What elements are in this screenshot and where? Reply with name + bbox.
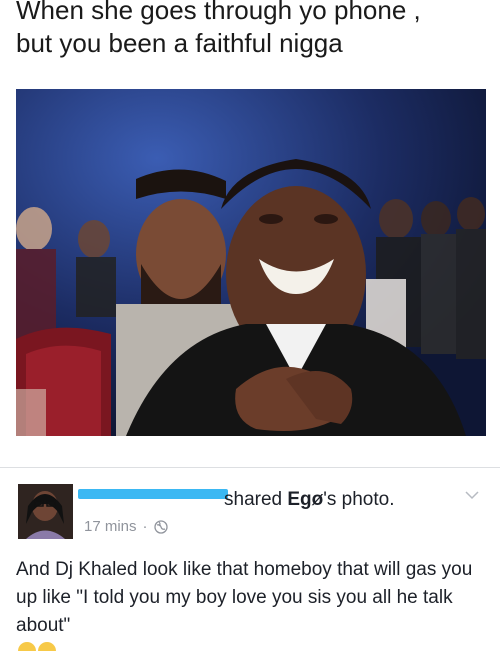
post-header: shared Egø's photo. 17 mins · [18,484,484,544]
meme-caption: When she goes through yo phone , but you… [16,0,421,58]
meta-separator: · [142,518,148,535]
redacted-name [78,489,228,499]
share-verb: shared [224,489,288,510]
reaction-icons[interactable] [18,642,56,651]
share-action-text: shared Egø's photo. [224,488,395,512]
photo-owner-link[interactable]: Egø [287,489,323,510]
post-timestamp[interactable]: 17 mins [84,517,137,537]
post-divider [0,467,500,468]
chevron-down-icon[interactable] [464,488,480,500]
globe-icon [153,520,168,534]
haha-reaction-icon [38,642,56,651]
avatar[interactable] [18,484,73,539]
share-suffix: 's photo. [323,489,395,510]
post-text: And Dj Khaled look like that homeboy tha… [16,559,473,636]
meme-photo [16,89,486,436]
like-reaction-icon [18,642,36,651]
post-meta: 17 mins · [84,517,168,537]
